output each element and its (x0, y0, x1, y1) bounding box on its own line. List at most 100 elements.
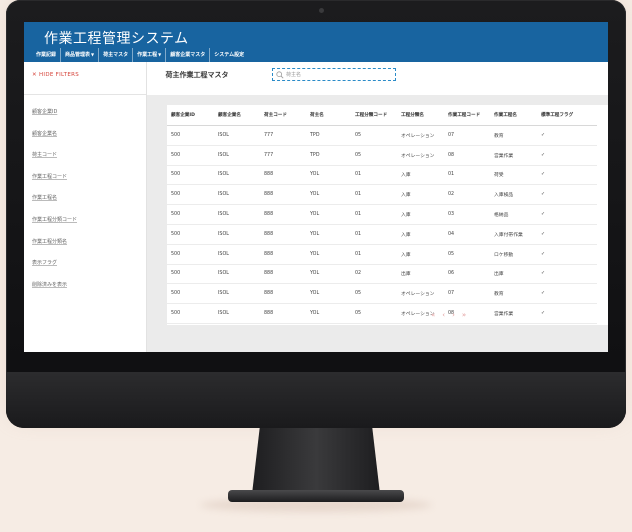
table-cell: YOL (306, 244, 351, 265)
table-cell: オペレーション (397, 145, 444, 166)
filter-item[interactable]: 作業工程分類コード (32, 216, 77, 238)
column-header[interactable]: 標準工程フラグ (537, 105, 597, 126)
last-page-button[interactable]: » (462, 311, 466, 319)
column-header[interactable]: 作業工程名 (490, 105, 537, 126)
column-header[interactable]: 荷主コード (260, 105, 306, 126)
table-cell: 777 (260, 125, 306, 146)
table-cell: 500 (167, 184, 214, 206)
table-cell: 05 (351, 303, 397, 324)
filter-item[interactable]: 顧客企業ID (32, 108, 77, 130)
table-cell: 01 (351, 224, 397, 245)
filter-item[interactable]: 作業工程名 (32, 194, 77, 216)
filter-item[interactable]: 顧客企業名 (32, 130, 77, 152)
table-cell: 777 (260, 145, 306, 166)
main-nav: 作業記録 商品管理表▼ 荷主マスタ 作業工程▼ 顧客企業マスタ システム設定 (32, 48, 248, 62)
nav-item-label: 荷主マスタ (103, 52, 129, 58)
table-row[interactable]: 500 ISOL 888 YOL 01 入庫 05 ロケ移動 ✓ (167, 244, 597, 265)
nav-item-label: 商品管理表 (65, 52, 91, 58)
table-cell: YOL (306, 204, 351, 225)
table-row[interactable]: 500 ISOL 777 TPD 05 オペレーション 08 営業作業 ✓ (167, 145, 597, 166)
table-row[interactable]: 500 ISOL 888 YOL 01 入庫 03 格納品 ✓ (167, 204, 597, 225)
divider (24, 94, 146, 95)
table-cell: 500 (167, 165, 214, 186)
check-icon: ✓ (537, 283, 597, 305)
prev-page-button[interactable]: ‹ (442, 311, 445, 319)
table-cell: 02 (351, 264, 397, 285)
first-page-button[interactable]: « (431, 311, 435, 319)
nav-item[interactable]: 商品管理表▼ (61, 48, 100, 62)
page-title: 荷主作業工程マスタ (165, 71, 229, 79)
table-cell: ISOL (214, 145, 260, 166)
table-row[interactable]: 500 ISOL 888 YOL 02 出庫 06 出庫 ✓ (167, 264, 597, 285)
search-input[interactable]: 荷主名 (272, 68, 396, 81)
table-cell: YOL (306, 224, 351, 245)
nav-item[interactable]: システム設定 (210, 48, 248, 62)
table-cell: 入庫 (397, 165, 444, 186)
table-row[interactable]: 500 ISOL 777 TPD 05 オペレーション 07 教育 ✓ (167, 125, 597, 146)
table-cell: 入庫 (397, 244, 444, 265)
table-cell: ISOL (214, 204, 260, 225)
data-table-card: 顧客企業ID 顧客企業名 荷主コード 荷主名 工程分類コード 工程分類名 作業工程コード 作業… (167, 105, 608, 325)
table-cell: 888 (260, 224, 306, 245)
hide-filters-button[interactable]: ✕ HIDE FILTERS (32, 72, 79, 78)
table-cell: 入庫付帯作業 (490, 224, 537, 245)
search-icon (276, 70, 284, 78)
column-header[interactable]: 工程分類名 (397, 105, 444, 126)
filter-item[interactable]: 削除済みを表示 (32, 281, 77, 303)
table-cell: 08 (444, 145, 490, 166)
table-cell: YOL (306, 303, 351, 324)
table-cell: 01 (351, 204, 397, 225)
table-cell: 888 (260, 165, 306, 186)
column-header[interactable]: 荷主名 (306, 105, 351, 126)
monitor-chin (6, 372, 626, 428)
table-cell: 営業作業 (490, 303, 537, 324)
page-header: 荷主作業工程マスタ 荷主名 (147, 62, 608, 95)
nav-item[interactable]: 作業工程▼ (133, 48, 167, 62)
table-cell: 01 (351, 165, 397, 186)
check-icon: ✓ (537, 224, 597, 245)
filter-item[interactable]: 作業工程分類名 (32, 238, 77, 260)
table-cell: YOL (306, 264, 351, 285)
next-page-button[interactable]: › (452, 311, 455, 319)
table-cell: ISOL (214, 283, 260, 305)
filter-item[interactable]: 荷主コード (32, 151, 77, 173)
nav-item[interactable]: 顧客企業マスタ (166, 48, 211, 62)
nav-item[interactable]: 荷主マスタ (99, 48, 134, 62)
column-header[interactable]: 顧客企業名 (214, 105, 260, 126)
table-cell: 06 (444, 264, 490, 285)
table-cell: 05 (351, 125, 397, 146)
column-header[interactable]: 作業工程コード (444, 105, 490, 126)
check-icon: ✓ (537, 145, 597, 166)
table-cell: 格納品 (490, 204, 537, 225)
table-row[interactable]: 500 ISOL 888 YOL 05 オペレーション 08 営業作業 ✓ (167, 303, 597, 324)
table-row[interactable]: 500 ISOL 888 YOL 05 オペレーション 07 教育 ✓ (167, 283, 597, 305)
check-icon: ✓ (537, 165, 597, 186)
check-icon: ✓ (537, 244, 597, 265)
table-cell: 500 (167, 125, 214, 146)
table-row[interactable]: 500 ISOL 888 YOL 01 入庫 01 荷受 ✓ (167, 165, 597, 186)
nav-item[interactable]: 作業記録 (32, 48, 62, 62)
table-row[interactable]: 500 ISOL 888 YOL 01 入庫 02 入庫検品 ✓ (167, 184, 597, 206)
table-cell: 出庫 (397, 264, 444, 285)
table-cell: TPD (306, 145, 351, 166)
check-icon: ✓ (537, 303, 597, 324)
table-row[interactable]: 500 ISOL 888 YOL 01 入庫 04 入庫付帯作業 ✓ (167, 224, 597, 245)
table-cell: 入庫検品 (490, 184, 537, 206)
check-icon: ✓ (537, 204, 597, 225)
column-header[interactable]: 工程分類コード (351, 105, 397, 126)
table-cell: 荷受 (490, 165, 537, 186)
filter-item[interactable]: 作業工程コード (32, 173, 77, 195)
table-cell: 05 (351, 283, 397, 305)
filter-item[interactable]: 表示フラグ (32, 259, 77, 281)
table-cell: 03 (444, 204, 490, 225)
app-header: 作業工程管理システム 作業記録 商品管理表▼ 荷主マスタ 作業工程▼ 顧客企業マスタ シス… (24, 22, 608, 62)
nav-item-label: システム設定 (214, 52, 245, 58)
table-cell: 営業作業 (490, 145, 537, 166)
filter-list: 顧客企業ID 顧客企業名 荷主コード 作業工程コード 作業工程名 作業工程分類コード 作業工… (32, 108, 77, 302)
table-cell: ISOL (214, 303, 260, 324)
table-cell: ISOL (214, 165, 260, 186)
table-cell: TPD (306, 125, 351, 146)
table-cell: 01 (351, 244, 397, 265)
column-header[interactable]: 顧客企業ID (167, 105, 214, 126)
table-cell: 500 (167, 204, 214, 225)
